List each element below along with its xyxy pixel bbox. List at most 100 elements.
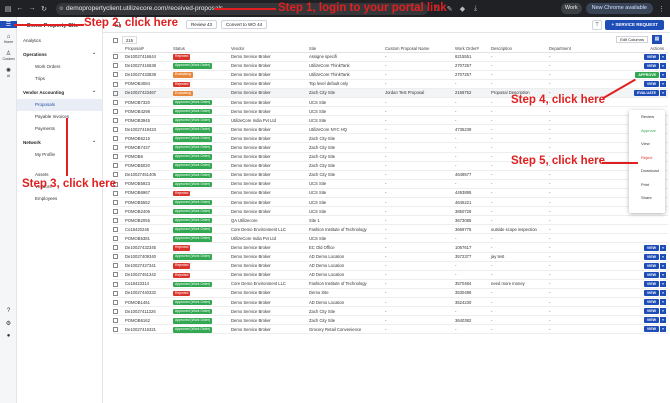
actions-dropdown-chevron-icon[interactable]: ▾ (660, 89, 666, 96)
row-checkbox[interactable] (113, 281, 118, 287)
edit-columns-button[interactable]: Edit Columns (616, 36, 648, 43)
table-row[interactable]: POMOB6162 Approved (Work Order) Demo Servi… (113, 315, 668, 326)
sidebar-item-my-profile[interactable]: My Profile (17, 149, 102, 161)
table-row[interactable]: POMOB4084 Rejected Demo Service Broker Top … (113, 79, 668, 89)
view-button[interactable]: VIEW (643, 271, 659, 278)
sidebar-item-work-orders[interactable]: Work Orders (17, 61, 102, 73)
sidebar-item-payments[interactable]: Payments (17, 123, 102, 135)
sidebar-group-network[interactable]: Network ⌃ (17, 135, 102, 149)
sidebar-group-vendor-accounting[interactable]: Vendor Accounting ⌃ (17, 85, 102, 99)
table-row[interactable]: De10027416644 Rejected Demo Service Broker… (113, 52, 668, 62)
header-custom-name[interactable]: Custom Proposal Name (385, 45, 455, 53)
sidebar-item-proposals[interactable]: Proposals (17, 99, 102, 111)
rail-custom[interactable]: ♙ Custom (0, 50, 17, 61)
row-checkbox[interactable] (113, 245, 118, 251)
row-checkbox[interactable] (113, 54, 118, 60)
table-row[interactable]: De10027419423 Approved (Work Order) Demo S… (113, 124, 668, 135)
row-checkbox[interactable] (113, 117, 118, 123)
row-checkbox[interactable] (113, 163, 118, 169)
select-all-rows-checkbox[interactable] (113, 37, 118, 43)
rail-settings-icon[interactable]: ⚙ (0, 320, 17, 327)
rail-ai[interactable]: ✺ AI (0, 67, 17, 78)
table-row[interactable]: De10027433839 Evaluating Demo Service Brok… (113, 70, 668, 80)
table-row[interactable]: POMOB7437 Approved (Work Order) Demo Servi… (113, 142, 668, 153)
row-checkbox[interactable] (113, 327, 118, 333)
sidebar-item-trips[interactable]: Trips (17, 73, 102, 85)
profile-button[interactable]: Work (560, 3, 582, 14)
row-checkbox[interactable] (113, 81, 118, 87)
view-button[interactable]: VIEW (643, 326, 659, 333)
table-row[interactable]: De10027451405 Approved (Work Order) Demo S… (113, 170, 668, 180)
menu-icon[interactable]: ⋮ (657, 5, 666, 13)
table-row[interactable]: POMOB1461 Approved (Work Order) Demo Servi… (113, 297, 668, 308)
header-description[interactable]: Description (491, 45, 549, 53)
table-row[interactable]: POMOB6215 Approved (Work Order) Demo Servi… (113, 133, 668, 144)
actions-dropdown-chevron-icon[interactable]: ▾ (660, 244, 666, 251)
update-chrome-button[interactable]: New Chrome available (585, 3, 653, 14)
row-checkbox[interactable] (113, 145, 118, 151)
menu-item-download[interactable]: Download (629, 164, 665, 178)
actions-dropdown-chevron-icon[interactable]: ▾ (660, 271, 666, 278)
row-checkbox[interactable] (113, 290, 118, 296)
filter-icon[interactable]: ⊤ (592, 20, 602, 30)
view-button[interactable]: VIEW (643, 253, 659, 260)
header-status[interactable]: Status (173, 45, 231, 53)
sidebar-item-analytics[interactable]: Analytics (17, 35, 102, 47)
row-checkbox[interactable] (113, 126, 118, 132)
actions-dropdown-chevron-icon[interactable]: ▾ (660, 262, 666, 269)
table-row[interactable]: De10027416321 Approved (Work Order) Demo S… (113, 324, 668, 335)
menu-item-review[interactable]: Review (629, 110, 665, 124)
row-checkbox[interactable] (113, 217, 118, 223)
review-button[interactable]: Review 43 (186, 20, 218, 29)
header-department[interactable]: Department (549, 45, 609, 53)
table-row[interactable]: De10027440332 Rejected Demo Service Broker… (113, 288, 668, 299)
menu-item-print[interactable]: Print (629, 178, 665, 192)
actions-dropdown-chevron-icon[interactable]: ▾ (660, 71, 666, 78)
back-icon[interactable]: ← (16, 5, 24, 12)
table-row[interactable]: POMOB3945 Approved (Work Order) UtilizeCor… (113, 115, 668, 126)
table-row[interactable]: POMOB6967 Rejected Demo Service Broker UCS … (113, 188, 668, 199)
row-checkbox[interactable] (113, 63, 118, 69)
table-row[interactable]: De10027416638 Approved (Work Order) Demo S… (113, 61, 668, 71)
view-button[interactable]: VIEW (643, 244, 659, 251)
menu-item-share[interactable]: Share (629, 191, 665, 205)
service-request-button[interactable]: + SERVICE REQUEST (605, 20, 664, 30)
row-checkbox[interactable] (113, 136, 118, 142)
view-button[interactable]: VIEW (643, 308, 659, 315)
approve-button[interactable]: APPROVE (635, 71, 659, 78)
row-checkbox[interactable] (113, 227, 118, 233)
user-avatar[interactable]: ● (0, 333, 17, 339)
menu-item-approve[interactable]: Approve (629, 124, 665, 138)
row-checkbox[interactable] (113, 72, 118, 78)
table-row[interactable]: POMOB2406 Approved (Work Order) Demo Servi… (113, 206, 668, 217)
actions-dropdown-chevron-icon[interactable]: ▾ (660, 289, 666, 296)
table-row[interactable]: De10027427341 Rejected Demo Service Broker… (113, 261, 668, 271)
actions-dropdown-chevron-icon[interactable]: ▾ (660, 299, 666, 306)
table-row[interactable]: POMOB2055 Approved (Work Order) QA Utilize… (113, 215, 668, 226)
actions-dropdown-chevron-icon[interactable]: ▾ (660, 280, 666, 287)
row-checkbox[interactable] (113, 190, 118, 196)
table-row[interactable]: POMOB5552 Approved (Work Order) Demo Servi… (113, 197, 668, 208)
table-row[interactable]: Co18420246 Approved (Work Order) Core Demo… (113, 224, 668, 235)
table-row[interactable]: De10027451342 Rejected Demo Service Broker… (113, 270, 668, 280)
grid-view-icon[interactable]: ▦ (652, 35, 662, 44)
table-row[interactable]: POMOB4298 Approved (Work Order) Demo Servi… (113, 106, 668, 117)
row-checkbox[interactable] (113, 272, 118, 278)
actions-dropdown-chevron-icon[interactable]: ▾ (660, 308, 666, 315)
site-info-icon[interactable]: ⚙ (59, 3, 63, 15)
sidebar-item-payable-invoices[interactable]: Payable Invoices (17, 111, 102, 123)
view-button[interactable]: VIEW (643, 299, 659, 306)
puzzle-icon[interactable]: ◆ (458, 5, 467, 13)
convert-to-wo-button[interactable]: Convert to WO 44 (221, 20, 268, 29)
view-button[interactable]: VIEW (643, 62, 659, 69)
reload-icon[interactable]: ↻ (40, 5, 48, 13)
view-button[interactable]: VIEW (643, 280, 659, 287)
sidebar-group-operations[interactable]: Operations ⌃ (17, 47, 102, 61)
row-checkbox[interactable] (113, 199, 118, 205)
row-checkbox[interactable] (113, 263, 118, 269)
row-checkbox[interactable] (113, 154, 118, 160)
sidebar-toggle-icon[interactable]: ▤ (4, 5, 12, 13)
actions-dropdown-chevron-icon[interactable]: ▾ (660, 253, 666, 260)
view-button[interactable]: VIEW (643, 317, 659, 324)
actions-dropdown-chevron-icon[interactable]: ▾ (660, 326, 666, 333)
